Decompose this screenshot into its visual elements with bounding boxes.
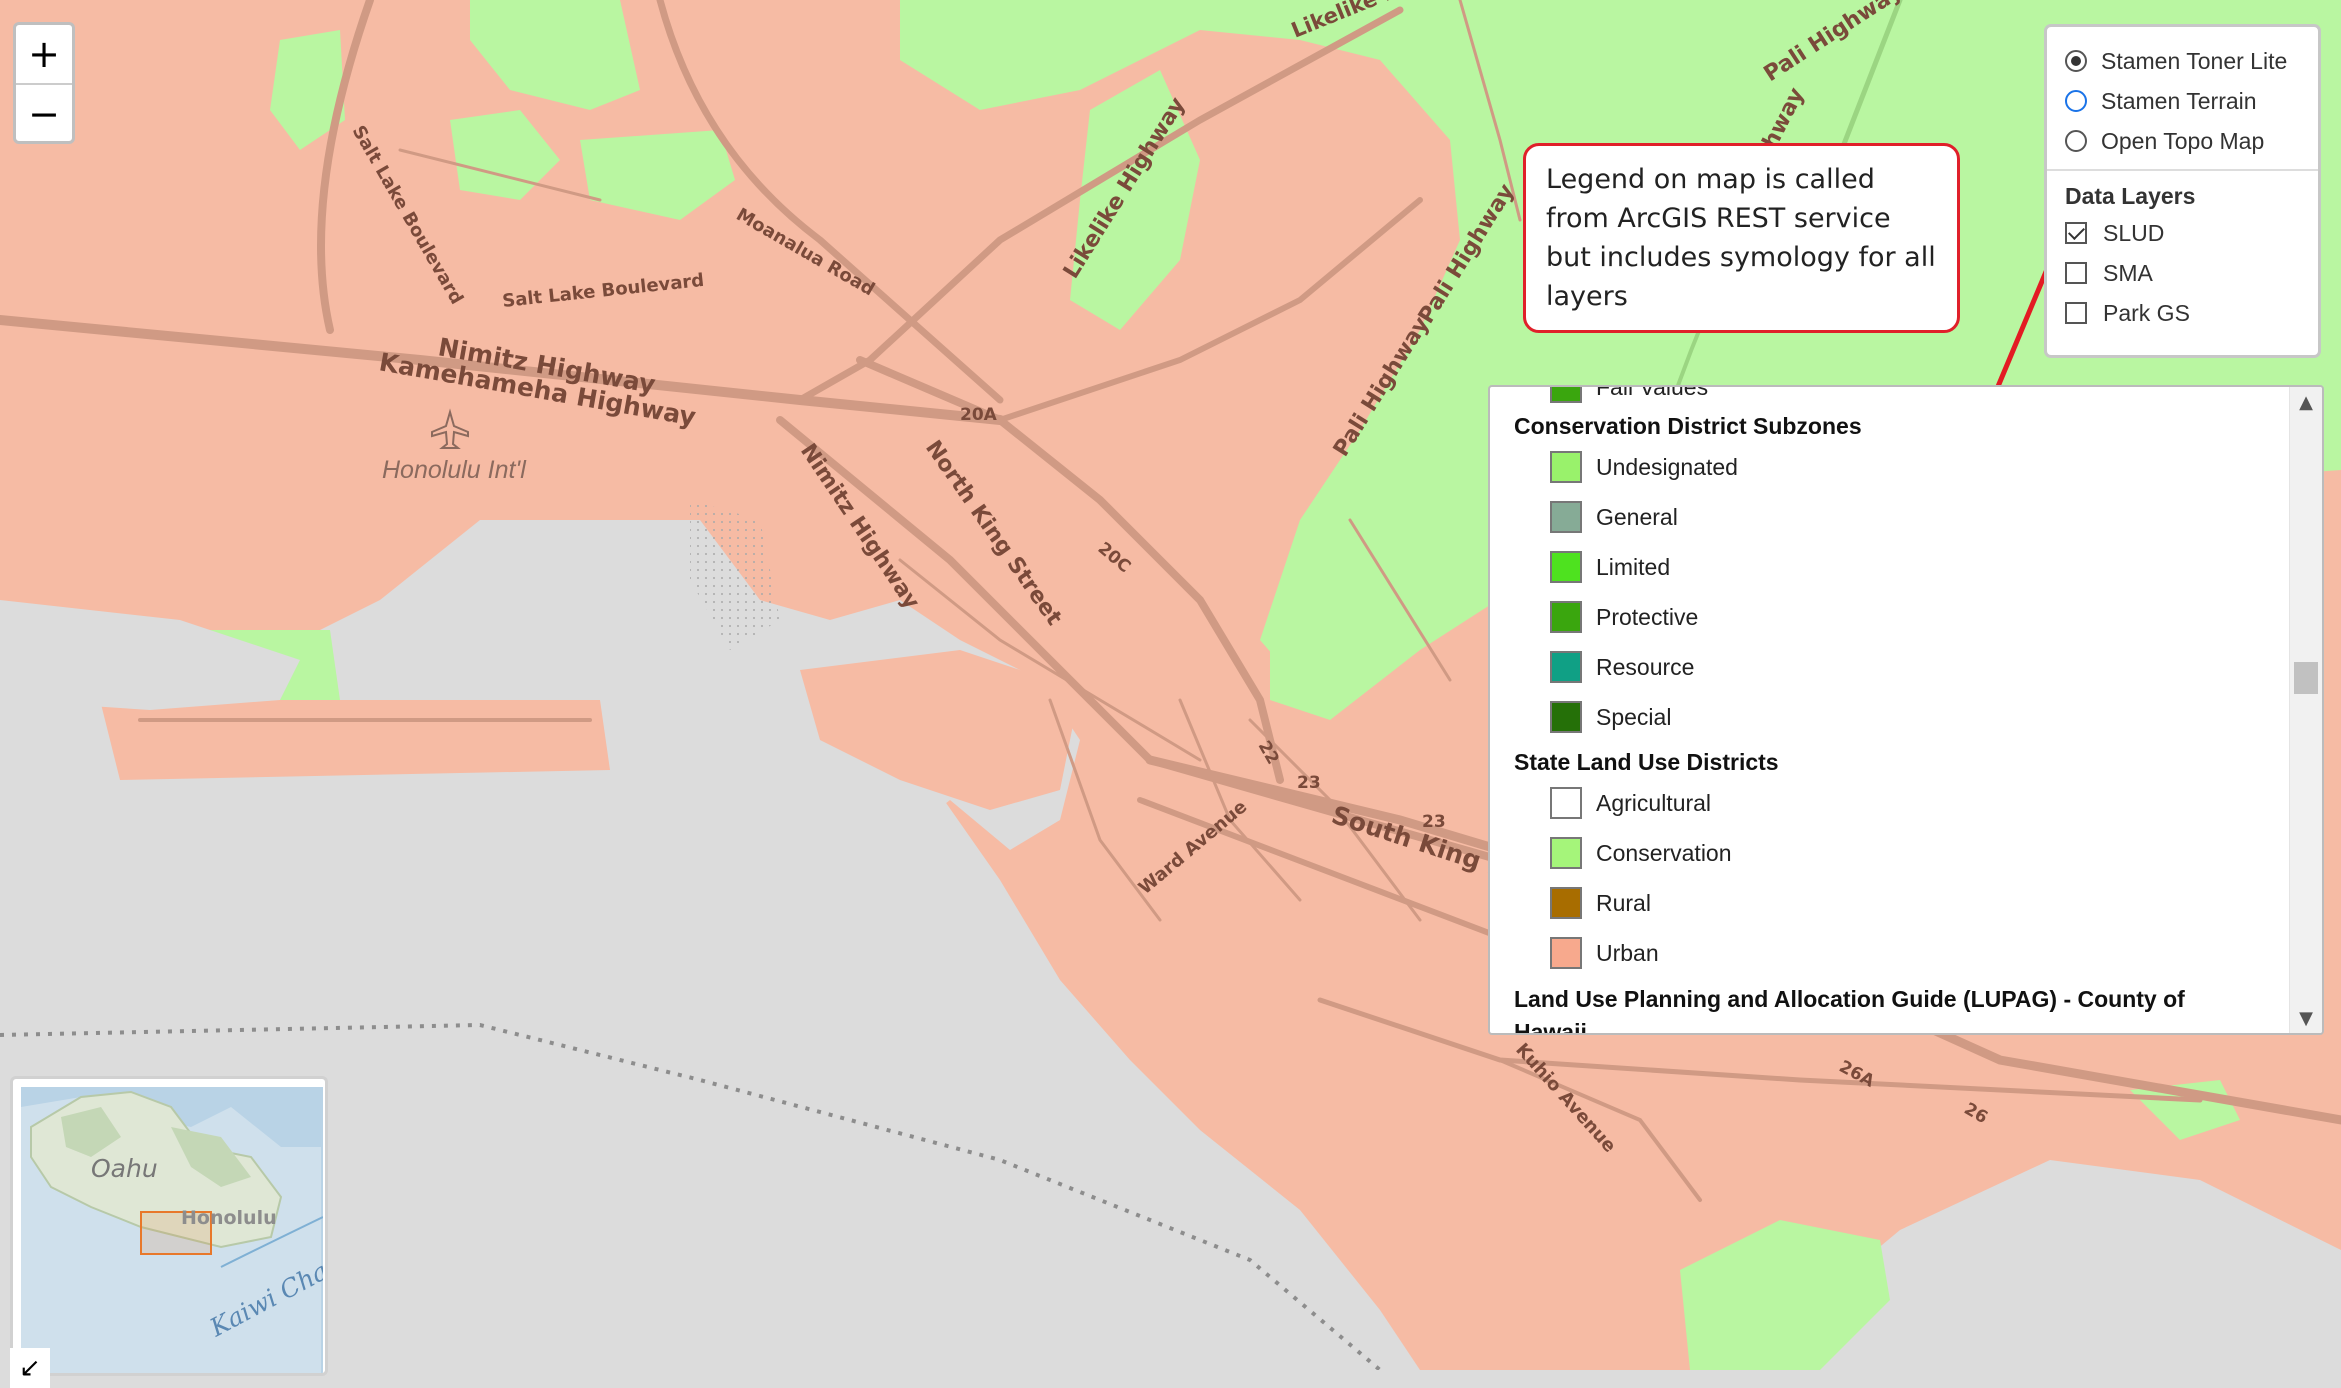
legend-swatch [1550, 501, 1582, 533]
legend-swatch [1550, 387, 1582, 403]
data-layer-park-gs[interactable]: Park GS [2065, 293, 2302, 333]
legend-item: Special [1550, 699, 1671, 735]
legend-swatch [1550, 837, 1582, 869]
legend-group-title-continued: Hawaii [1514, 1019, 1587, 1035]
data-layer-label: Park GS [2103, 299, 2190, 326]
zoom-control: + − [13, 22, 75, 144]
legend-item: Conservation [1550, 835, 1732, 871]
radio-button[interactable] [2065, 90, 2087, 112]
legend-swatch [1550, 787, 1582, 819]
minimap-toggle-icon[interactable]: ↙ [10, 1348, 50, 1388]
legend-item-label: Urban [1596, 939, 1659, 966]
minimap-canvas: Oahu Honolulu Kaiwi Cha [21, 1087, 323, 1373]
place-label-airport: Honolulu Int'l [382, 456, 527, 484]
scroll-up-icon[interactable]: ▲ [2290, 387, 2322, 417]
legend-item-label: Special [1596, 703, 1672, 730]
annotation-callout: Legend on map is called from ArcGIS REST… [1523, 143, 1960, 333]
minimap-label-honolulu: Honolulu [181, 1207, 277, 1229]
legend-item: Rural [1550, 885, 1651, 921]
legend-swatch [1550, 887, 1582, 919]
checkbox-checked[interactable] [2065, 222, 2087, 244]
legend-item: General [1550, 499, 1678, 535]
minimap-label-oahu: Oahu [91, 1154, 158, 1183]
legend-item: Limited [1550, 549, 1670, 585]
legend-item-label: Limited [1596, 553, 1671, 580]
legend-item-label: General [1596, 503, 1678, 530]
legend-group-title: State Land Use Districts [1514, 749, 1779, 775]
basemap-option-topo[interactable]: Open Topo Map [2065, 121, 2302, 161]
legend-swatch [1550, 551, 1582, 583]
zoom-out-button[interactable]: − [16, 85, 72, 141]
basemap-label: Open Topo Map [2101, 127, 2265, 154]
basemap-label: Stamen Terrain [2101, 87, 2257, 114]
legend-item-label: Conservation [1596, 839, 1732, 866]
reef-runway [100, 700, 610, 780]
checkbox[interactable] [2065, 262, 2087, 284]
legend-item-label: Undesignated [1596, 453, 1738, 480]
layer-control-separator [2047, 169, 2318, 171]
legend-item-label: Resource [1596, 653, 1695, 680]
layer-control-panel: Stamen Toner Lite Stamen Terrain Open To… [2044, 24, 2321, 358]
data-layer-label: SLUD [2103, 219, 2165, 246]
legend-swatch [1550, 701, 1582, 733]
basemap-label: Stamen Toner Lite [2101, 47, 2288, 74]
legend-item: Urban [1550, 935, 1659, 971]
route-label-23-a: 23 [1297, 773, 1321, 793]
data-layers-title: Data Layers [2065, 182, 2196, 209]
legend-swatch [1550, 601, 1582, 633]
legend-group-title: Land Use Planning and Allocation Guide (… [1514, 986, 2185, 1012]
legend-group-title: Conservation District Subzones [1514, 413, 1862, 439]
legend-item-label: Protective [1596, 603, 1699, 630]
legend-item-label: Rural [1596, 889, 1651, 916]
zoom-in-button[interactable]: + [16, 25, 72, 85]
legend-scrollbar[interactable]: ▲ ▼ [2289, 387, 2322, 1033]
overview-minimap[interactable]: Oahu Honolulu Kaiwi Cha [10, 1076, 328, 1376]
legend-item-label: Fall Values [1596, 385, 1709, 400]
scroll-down-icon[interactable]: ▼ [2290, 1003, 2322, 1033]
legend-item: Agricultural [1550, 785, 1711, 821]
scrollbar-thumb[interactable] [2294, 662, 2318, 694]
basemap-option-toner-lite[interactable]: Stamen Toner Lite [2065, 41, 2302, 81]
radio-button-selected[interactable] [2065, 50, 2087, 72]
legend-item: Undesignated [1550, 449, 1738, 485]
basemap-option-terrain[interactable]: Stamen Terrain [2065, 81, 2302, 121]
legend-item-partial: Fall Values [1550, 385, 1709, 405]
legend-swatch [1550, 937, 1582, 969]
data-layer-slud[interactable]: SLUD [2065, 213, 2302, 253]
legend-item-label: Agricultural [1596, 789, 1712, 816]
radio-button[interactable] [2065, 130, 2087, 152]
data-layer-label: SMA [2103, 259, 2153, 286]
data-layer-sma[interactable]: SMA [2065, 253, 2302, 293]
checkbox[interactable] [2065, 302, 2087, 324]
route-label-20a: 20A [960, 405, 998, 425]
legend-swatch [1550, 651, 1582, 683]
map-legend-panel[interactable]: Fall Values Conservation District Subzon… [1488, 385, 2324, 1035]
legend-item: Protective [1550, 599, 1698, 635]
legend-swatch [1550, 451, 1582, 483]
legend-item: Resource [1550, 649, 1694, 685]
